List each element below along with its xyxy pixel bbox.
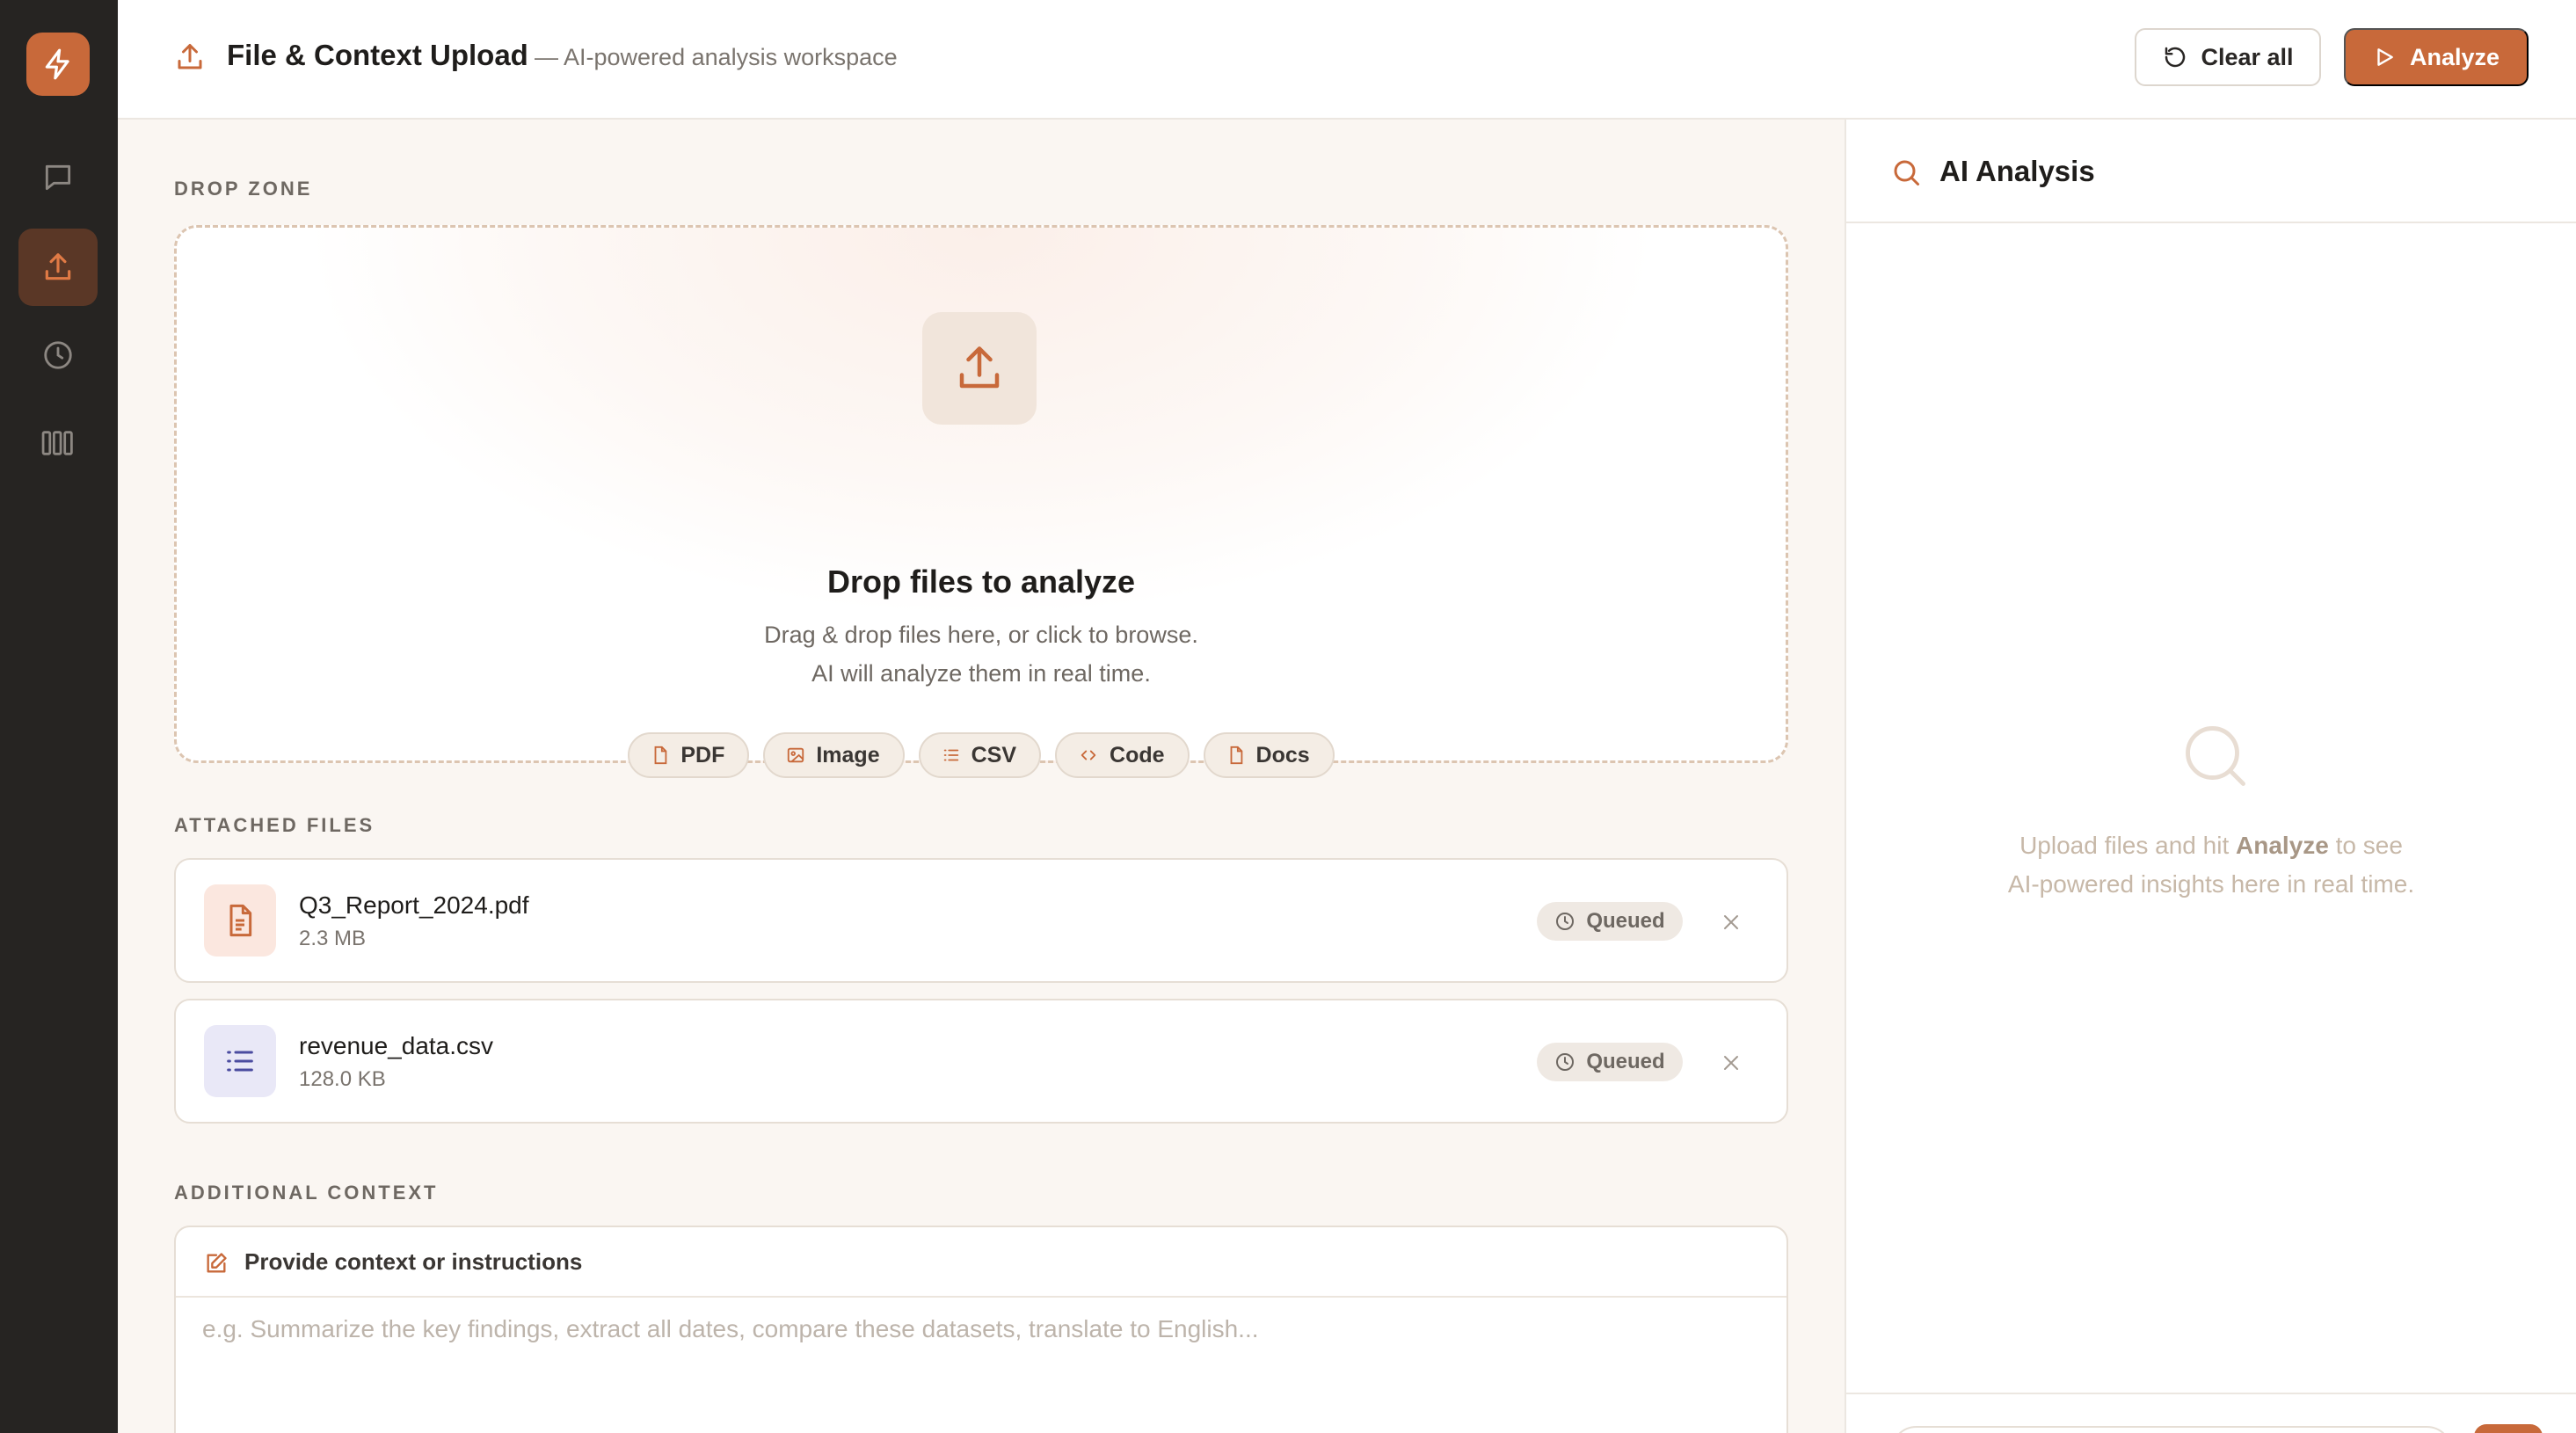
chip-label: PDF (680, 742, 725, 767)
dropzone-description-line2: AI will analyze them in real time. (811, 660, 1151, 687)
empty-text-post: to see (2328, 832, 2403, 859)
analysis-empty-state: Upload files and hit Analyze to see AI-p… (1846, 826, 2576, 904)
file-icon (1230, 746, 1242, 765)
app-logo[interactable] (26, 33, 90, 96)
context-header-label: Provide context or instructions (244, 1248, 583, 1275)
chip-csv: CSV (918, 732, 1042, 778)
sidebar-item-library[interactable] (18, 404, 98, 482)
empty-text-pre: Upload files and hit (2019, 832, 2237, 859)
sidebar-item-history[interactable] (18, 316, 98, 394)
chip-label: Code (1110, 742, 1165, 767)
top-header: File & Context Upload — AI-powered analy… (118, 0, 2576, 120)
analyze-label: Analyze (2409, 43, 2500, 70)
file-type-chips: PDF Image CSV Code Docs (177, 732, 1786, 778)
context-section-label: ADDITIONAL CONTEXT (174, 1182, 439, 1204)
sidebar-item-chat[interactable] (18, 139, 98, 216)
remove-file-button[interactable] (1714, 906, 1748, 939)
dropzone-title: Drop files to analyze (826, 564, 1136, 600)
attached-section-label: ATTACHED FILES (174, 814, 375, 836)
chip-label: Image (816, 742, 880, 767)
clock-icon (44, 341, 72, 369)
send-button[interactable] (2474, 1424, 2543, 1433)
context-card: Provide context or instructions (174, 1226, 1788, 1433)
analysis-title: AI Analysis (1939, 155, 2095, 187)
status-label: Queued (1586, 1050, 1665, 1073)
bolt-icon (45, 48, 69, 80)
code-icon (1081, 750, 1096, 760)
analyze-button[interactable]: Analyze (2344, 28, 2529, 86)
clock-icon (1556, 913, 1575, 930)
file-size: 2.3 MB (299, 927, 367, 950)
chip-docs: Docs (1203, 732, 1335, 778)
status-label: Queued (1586, 909, 1665, 933)
chip-label: CSV (971, 742, 1017, 767)
upload-icon (959, 346, 1000, 389)
clear-all-button[interactable]: Clear all (2135, 28, 2321, 86)
context-header: Provide context or instructions (176, 1227, 1786, 1298)
dropzone-description-line1: Drag & drop files here, or click to brow… (764, 622, 1198, 648)
analysis-footer (1846, 1393, 2576, 1433)
analysis-header: AI Analysis (1846, 120, 2576, 223)
followup-input[interactable] (1890, 1426, 2453, 1433)
dropzone-upload-badge (922, 312, 1037, 425)
reset-icon (2165, 47, 2186, 68)
file-item: revenue_data.csv 128.0 KB Queued (174, 999, 1788, 1124)
chip-code: Code (1055, 732, 1190, 778)
list-icon (227, 1051, 253, 1072)
chat-icon (45, 164, 71, 191)
empty-state-line1: Upload files and hit Analyze to see (1846, 826, 2576, 865)
file-size: 128.0 KB (299, 1067, 386, 1091)
remove-file-button[interactable] (1714, 1046, 1748, 1080)
close-icon (1724, 1056, 1738, 1070)
file-icon (654, 746, 667, 765)
file-item: Q3_Report_2024.pdf 2.3 MB Queued (174, 858, 1788, 983)
edit-icon (204, 1251, 229, 1276)
chip-image: Image (763, 732, 905, 778)
document-icon (229, 904, 252, 937)
close-icon (1724, 915, 1738, 929)
empty-text-bold: Analyze (2236, 832, 2329, 859)
status-badge: Queued (1537, 1043, 1683, 1081)
dropzone-section-label: DROP ZONE (174, 178, 313, 200)
file-name: Q3_Report_2024.pdf (299, 891, 529, 919)
sidebar (0, 0, 118, 1433)
page-title: File & Context Upload (227, 39, 528, 71)
play-icon (2377, 48, 2393, 66)
image-icon (788, 747, 804, 763)
context-textarea[interactable] (202, 1315, 1758, 1421)
page-subtitle: — AI-powered analysis workspace (535, 44, 898, 70)
file-thumbnail (204, 884, 276, 957)
main-content: DROP ZONE Drop files to analyze Drag & d… (118, 120, 1845, 1433)
search-icon (2179, 719, 2252, 793)
list-icon (943, 749, 958, 761)
chip-pdf: PDF (628, 732, 750, 778)
status-badge: Queued (1537, 902, 1683, 941)
chip-label: Docs (1255, 742, 1310, 767)
analysis-panel: AI Analysis Upload files and hit Analyze… (1845, 120, 2576, 1433)
file-name: revenue_data.csv (299, 1032, 494, 1059)
clock-icon (1556, 1053, 1575, 1071)
file-thumbnail (204, 1025, 276, 1097)
sidebar-item-upload[interactable] (18, 229, 98, 306)
search-icon (1890, 156, 1922, 188)
upload-icon (174, 41, 206, 73)
drop-zone[interactable]: Drop files to analyze Drag & drop files … (174, 225, 1788, 778)
library-icon (41, 431, 73, 455)
upload-icon (45, 253, 71, 280)
empty-state-line2: AI-powered insights here in real time. (2007, 870, 2415, 898)
clear-all-label: Clear all (2201, 43, 2294, 70)
